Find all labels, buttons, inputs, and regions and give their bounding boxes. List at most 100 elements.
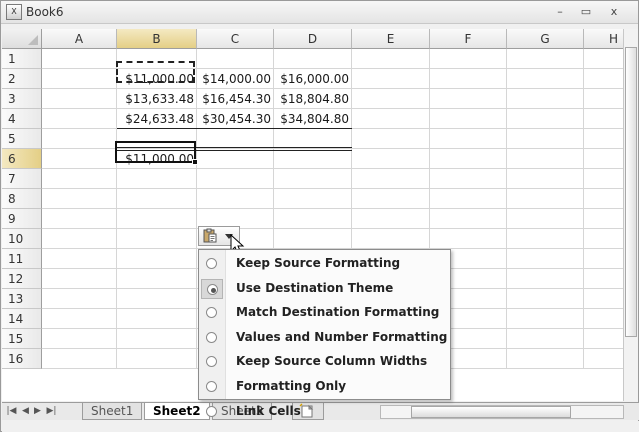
excel-icon[interactable]: X [6,4,22,20]
cell-b4[interactable]: $24,633.48 [117,109,197,129]
column-header-f[interactable]: F [430,29,507,49]
cell-a4[interactable] [42,109,117,129]
column-header-d[interactable]: D [274,29,352,49]
cell-b5[interactable] [117,129,197,149]
cell-d4[interactable]: $34,804.80 [274,109,352,129]
cell-c2[interactable]: $14,000.00 [197,69,274,89]
cell-h9[interactable] [584,209,623,229]
cell-h15[interactable] [584,329,623,349]
cell-b11[interactable] [117,249,197,269]
row-header-7[interactable]: 7 [2,169,42,189]
cell-g7[interactable] [507,169,584,189]
cell-a13[interactable] [42,289,117,309]
cell-a5[interactable] [42,129,117,149]
row-header-8[interactable]: 8 [2,189,42,209]
cell-h11[interactable] [584,249,623,269]
cell-f2[interactable] [430,69,507,89]
row-header-4[interactable]: 4 [2,109,42,129]
row-header-5[interactable]: 5 [2,129,42,149]
cell-a10[interactable] [42,229,117,249]
cell-e4[interactable] [352,109,430,129]
paste-option-keep-source-formatting[interactable]: Keep Source Formatting [199,252,450,276]
cell-e3[interactable] [352,89,430,109]
radio-icon[interactable] [206,331,217,343]
cell-h1[interactable] [584,49,623,69]
cell-g11[interactable] [507,249,584,269]
radio-icon[interactable] [206,258,217,269]
cell-a9[interactable] [42,209,117,229]
prev-sheet-icon[interactable]: ◀ [20,405,31,418]
cell-e8[interactable] [352,189,430,209]
cell-c1[interactable] [197,49,274,69]
cell-a11[interactable] [42,249,117,269]
cell-c8[interactable] [197,189,274,209]
row-header-11[interactable]: 11 [2,249,42,269]
cell-d8[interactable] [274,189,352,209]
minimize-button[interactable]: – [549,4,571,20]
cell-c7[interactable] [197,169,274,189]
cell-c6[interactable] [197,149,274,169]
cell-g16[interactable] [507,349,584,369]
cell-c4[interactable]: $30,454.30 [197,109,274,129]
row-header-15[interactable]: 15 [2,329,42,349]
cell-d5[interactable] [274,129,352,149]
close-button[interactable]: x [603,4,625,20]
cell-a12[interactable] [42,269,117,289]
cell-f4[interactable] [430,109,507,129]
cell-b8[interactable] [117,189,197,209]
cell-a6[interactable] [42,149,117,169]
radio-icon[interactable] [206,356,217,368]
cell-a14[interactable] [42,309,117,329]
cell-g6[interactable] [507,149,584,169]
cell-b1[interactable] [117,49,197,69]
cell-f10[interactable] [430,229,507,249]
cell-b16[interactable] [117,349,197,369]
cell-b3[interactable]: $13,633.48 [117,89,197,109]
maximize-button[interactable]: ▭ [575,4,597,20]
cell-a15[interactable] [42,329,117,349]
cell-g8[interactable] [507,189,584,209]
paste-option-values-and-number-formatting[interactable]: Values and Number Formatting [199,326,450,350]
row-header-3[interactable]: 3 [2,89,42,109]
tab-sheet1[interactable]: Sheet1 [82,403,143,420]
row-header-6[interactable]: 6 [2,149,42,169]
radio-icon[interactable] [206,307,217,319]
cell-h4[interactable] [584,109,623,129]
cell-b13[interactable] [117,289,197,309]
cell-f3[interactable] [430,89,507,109]
row-header-1[interactable]: 1 [2,49,42,69]
cell-f6[interactable] [430,149,507,169]
cell-f9[interactable] [430,209,507,229]
cell-a2[interactable] [42,69,117,89]
column-header-h[interactable]: H [584,29,623,49]
cell-g13[interactable] [507,289,584,309]
row-header-2[interactable]: 2 [2,69,42,89]
radio-icon[interactable] [206,381,217,392]
last-sheet-icon[interactable]: ▶| [46,405,57,418]
paste-option-use-destination-theme[interactable]: Use Destination Theme [199,277,450,301]
cell-f5[interactable] [430,129,507,149]
row-header-9[interactable]: 9 [2,209,42,229]
cell-d6[interactable] [274,149,352,169]
row-header-12[interactable]: 12 [2,269,42,289]
cell-b12[interactable] [117,269,197,289]
paste-option-formatting-only[interactable]: Formatting Only [199,375,450,399]
cell-h7[interactable] [584,169,623,189]
cell-g9[interactable] [507,209,584,229]
cell-b7[interactable] [117,169,197,189]
cell-f8[interactable] [430,189,507,209]
cell-e5[interactable] [352,129,430,149]
paste-option-keep-source-column-widths[interactable]: Keep Source Column Widths [199,350,450,374]
cell-g14[interactable] [507,309,584,329]
cell-h13[interactable] [584,289,623,309]
cell-b9[interactable] [117,209,197,229]
cell-b2[interactable]: $11,000.00 [117,69,197,89]
cell-g12[interactable] [507,269,584,289]
cell-c3[interactable]: $16,454.30 [197,89,274,109]
fill-handle[interactable] [192,159,198,165]
cell-h16[interactable] [584,349,623,369]
cell-g4[interactable] [507,109,584,129]
select-all-button[interactable] [2,29,42,49]
row-header-14[interactable]: 14 [2,309,42,329]
vertical-scroll-thumb[interactable] [625,47,637,337]
